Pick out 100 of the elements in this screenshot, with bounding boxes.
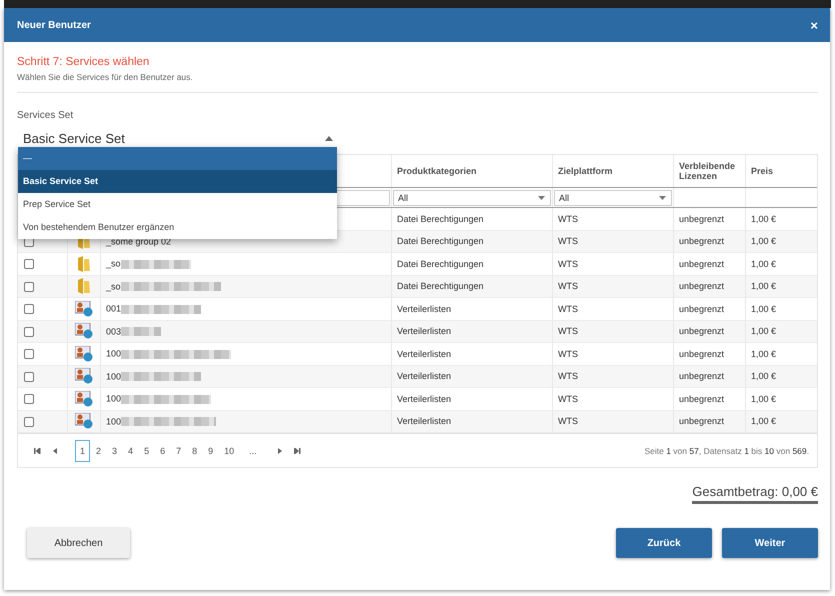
page-link[interactable]: 8	[187, 440, 202, 462]
services-set-dropdown[interactable]: Basic Service Set	[17, 131, 340, 146]
table-cell: 1,00 €	[746, 365, 817, 388]
blurred-redaction	[121, 327, 162, 336]
contact-icon	[75, 346, 93, 362]
page-link[interactable]: 3	[107, 440, 122, 462]
page-link[interactable]: 1	[75, 440, 90, 462]
table-cell: _so	[106, 282, 121, 292]
table-cell: 1,00 €	[746, 252, 817, 275]
dropdown-option[interactable]: Prep Service Set	[18, 193, 337, 216]
column-header[interactable]: Zielplattform	[552, 155, 674, 188]
caret-icon	[538, 196, 545, 200]
page-link[interactable]: 5	[139, 440, 154, 462]
contact-icon	[75, 390, 93, 407]
table-cell: 1,00 €	[746, 208, 817, 230]
column-header[interactable]: Verbleibende Lizenzen	[674, 155, 746, 188]
table-cell: Datei Berechtigungen	[392, 208, 552, 230]
table-cell: Verteilerlisten	[392, 388, 552, 410]
folder-icon	[77, 256, 91, 272]
row-checkbox[interactable]	[24, 349, 34, 360]
page-link[interactable]: 4	[123, 440, 138, 462]
table-cell: 1,00 €	[746, 388, 817, 410]
table-cell: WTS	[552, 365, 674, 388]
page-link[interactable]: 7	[171, 440, 186, 462]
step-subtitle: Wählen Sie die Services für den Benutzer aus.	[17, 72, 194, 82]
table-cell: 1,00 €	[746, 342, 817, 365]
table-cell: Datei Berechtigungen	[392, 252, 552, 275]
table-cell: Verteilerlisten	[392, 342, 552, 365]
table-cell: WTS	[552, 410, 674, 432]
window-title: Neuer Benutzer	[17, 20, 91, 30]
table-cell: Datei Berechtigungen	[392, 275, 552, 298]
table-cell: Verteilerlisten	[392, 365, 552, 388]
table-cell: unbegrenzt	[674, 230, 746, 252]
table-cell: 1,00 €	[746, 230, 817, 252]
table-cell: WTS	[552, 252, 674, 275]
dropdown-option[interactable]: Von bestehendem Benutzer ergänzen	[18, 216, 337, 239]
row-checkbox[interactable]	[24, 394, 34, 404]
page-link[interactable]: ...	[244, 440, 262, 462]
pager-info: Seite 1 von 57, Datensatz 1 bis 10 von 569.	[644, 446, 809, 456]
contact-icon	[75, 300, 93, 317]
table-cell: unbegrenzt	[674, 410, 746, 432]
table-cell: 1,00 €	[746, 298, 817, 320]
previous-page-icon[interactable]	[53, 448, 57, 454]
table-cell: 1,00 €	[746, 275, 817, 298]
table-cell: WTS	[552, 230, 674, 252]
filter-dropdown[interactable]: All	[393, 190, 551, 206]
row-checkbox[interactable]	[24, 282, 34, 292]
first-page-icon[interactable]	[34, 448, 41, 454]
back-button[interactable]: Zurück	[616, 528, 712, 558]
page-link[interactable]: 2	[91, 440, 106, 462]
table-cell: unbegrenzt	[674, 320, 746, 342]
table-cell: Verteilerlisten	[392, 410, 552, 432]
table-cell: _so	[106, 259, 121, 270]
table-cell: 1,00 €	[746, 320, 817, 342]
page-link[interactable]: 9	[203, 440, 218, 462]
row-checkbox[interactable]	[24, 304, 34, 314]
table-cell: WTS	[552, 388, 674, 410]
page-link[interactable]: 6	[155, 440, 170, 462]
table-cell: unbegrenzt	[674, 365, 746, 388]
table-cell: 100	[106, 394, 122, 404]
table-cell: WTS	[552, 320, 674, 342]
next-button[interactable]: Weiter	[722, 528, 818, 558]
row-checkbox[interactable]	[24, 326, 34, 337]
last-page-icon[interactable]	[294, 448, 301, 454]
filter-dropdown[interactable]: All	[554, 190, 672, 206]
page-link[interactable]: 10	[219, 440, 240, 462]
table-cell: 100	[106, 416, 122, 427]
field-label: Services Set	[17, 110, 74, 121]
table-cell: 1,00 €	[746, 410, 817, 432]
close-button[interactable]: ×	[810, 18, 818, 32]
table-cell: WTS	[552, 208, 674, 230]
table-cell: unbegrenzt	[674, 208, 746, 230]
table-cell: unbegrenzt	[674, 252, 746, 275]
caret-icon	[659, 196, 666, 200]
contact-icon	[75, 413, 93, 430]
step-title: Schritt 7: Services wählen	[17, 56, 150, 68]
row-checkbox[interactable]	[24, 259, 34, 270]
folder-icon	[77, 278, 91, 294]
next-page-icon[interactable]	[278, 448, 282, 454]
table-cell: 100	[106, 372, 122, 382]
row-checkbox[interactable]	[24, 416, 34, 427]
table-cell: WTS	[552, 342, 674, 365]
table-cell: 100	[106, 349, 122, 360]
table-cell: 001	[106, 304, 122, 314]
table-cell: unbegrenzt	[674, 275, 746, 298]
column-header[interactable]: Produktkategorien	[392, 155, 552, 188]
table-cell: WTS	[552, 298, 674, 320]
contact-icon	[75, 323, 93, 340]
table-cell: WTS	[552, 275, 674, 298]
cancel-button[interactable]: Abbrechen	[27, 528, 130, 558]
blurred-redaction	[120, 260, 191, 269]
table-cell: 003	[106, 326, 122, 337]
table-cell: Datei Berechtigungen	[392, 230, 552, 252]
dropdown-option[interactable]: Basic Service Set	[18, 170, 337, 193]
row-checkbox[interactable]	[24, 372, 34, 382]
table-cell: unbegrenzt	[674, 298, 746, 320]
table-cell: Verteilerlisten	[392, 320, 552, 342]
total-amount: Gesamtbetrag: 0,00 €	[692, 484, 818, 504]
dropdown-option[interactable]: —	[18, 147, 337, 170]
column-header[interactable]: Preis	[746, 155, 817, 188]
